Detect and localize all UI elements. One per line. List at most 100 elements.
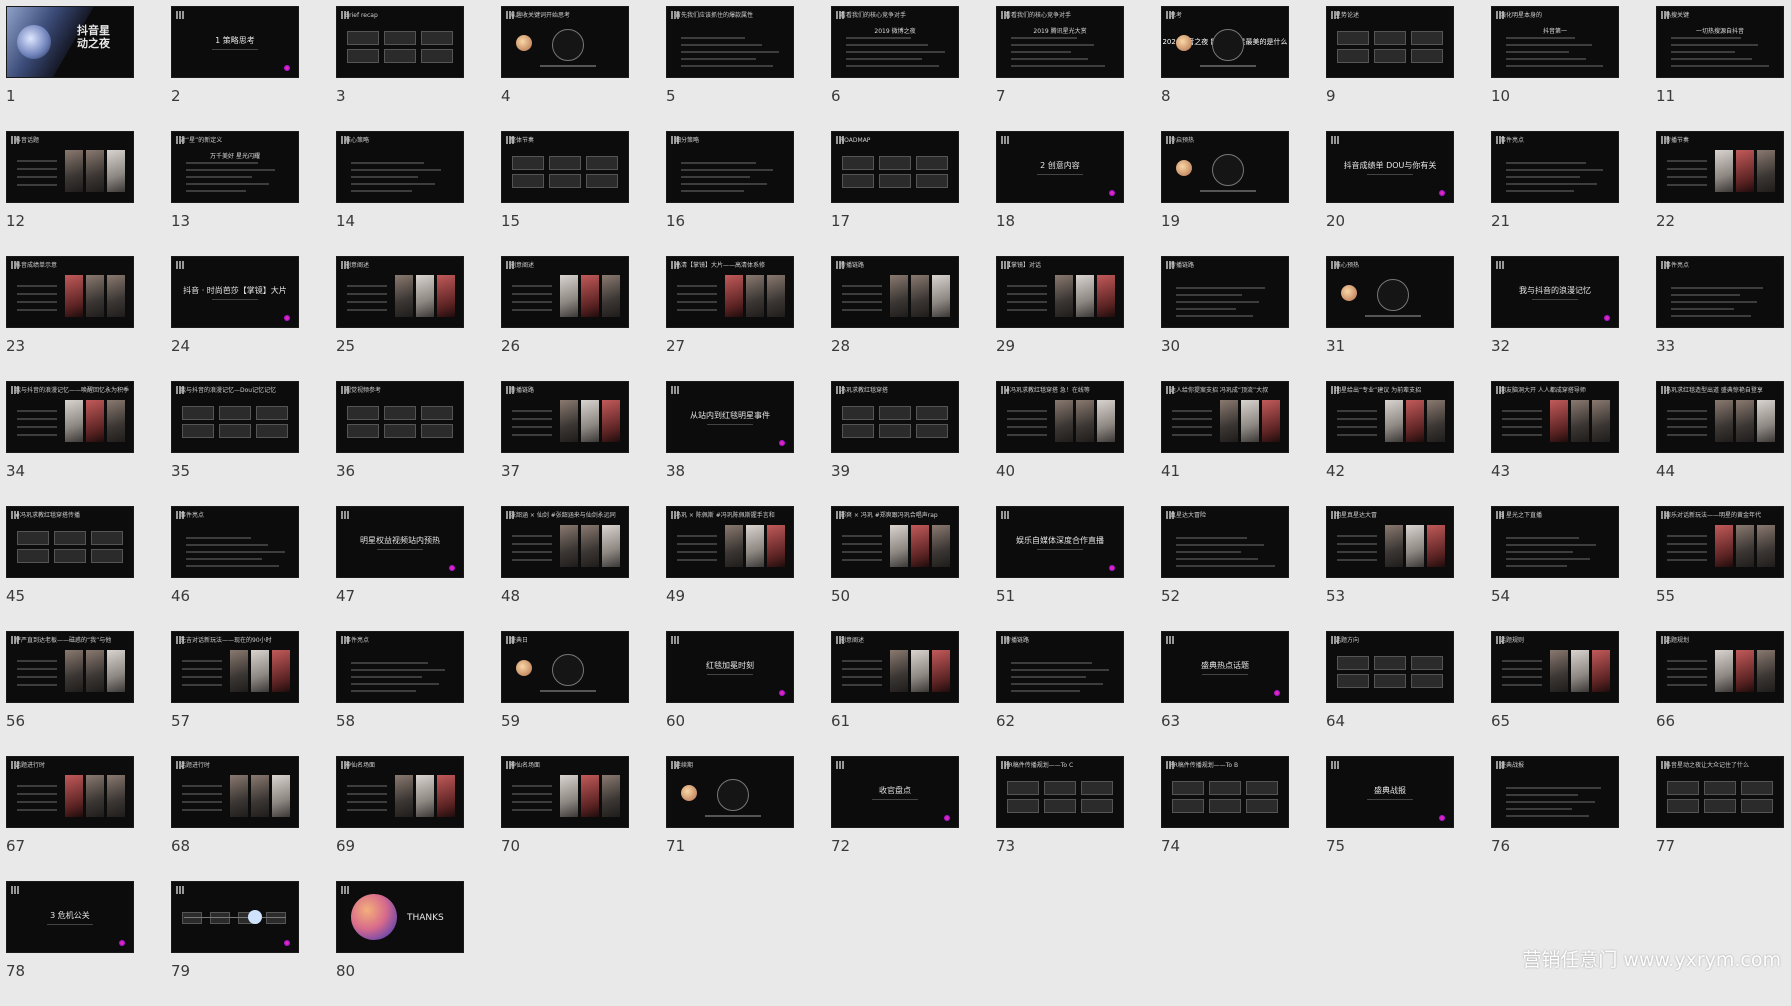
slide-thumbnail[interactable]: 网友脑洞大开 人人都成穿搭导师 [1491,381,1619,453]
slide-thumbnail[interactable]: 冷启预热 [1161,131,1289,203]
slide-thumbnail[interactable]: 核心策略 [336,131,464,203]
photo-image [1757,650,1775,692]
content-box [384,424,416,438]
slide-thumbnail[interactable]: 强化明星本身的 抖音第一 [1491,6,1619,78]
slide-thumbnail[interactable]: #冯巩求教红毯穿搭 急！在线等 [996,381,1124,453]
planet-icon [516,35,532,51]
slide-thumbnail[interactable]: 传播链路 [831,256,959,328]
slide-thumbnail[interactable]: 1 策略思考 [171,6,299,78]
slide-thumbnail[interactable]: 真星达大冒险 [1161,506,1289,578]
slide-thumbnail[interactable]: 话题方向 [1326,631,1454,703]
text-line [1506,65,1603,67]
slide-thumbnail[interactable]: 话题进行时 [171,756,299,828]
slide-thumbnail[interactable]: 视觉视频参考 [336,381,464,453]
slide-thumbnail[interactable]: 对“星”的新定义 万千美好 星光闪耀 [171,131,299,203]
slide-thumbnail[interactable]: 冯巩求教红毯穿搭 [831,381,959,453]
slide-thumbnail[interactable]: 从趣收关键词开始思考首届 [501,6,629,78]
slide-thumbnail[interactable]: 话题规划 [1656,631,1784,703]
text-line [1337,410,1377,412]
slide-thumbnail[interactable]: 从站内到红毯明星事件 [666,381,794,453]
slide-thumbnail[interactable]: 话题进行时 [6,756,134,828]
text-line [17,410,57,412]
text-line [1671,315,1751,317]
slide-thumbnail[interactable]: 延续期 [666,756,794,828]
text-line [1011,44,1094,46]
slide-thumbnail[interactable]: 传播链路 [1161,256,1289,328]
slide-thumbnail[interactable]: 先吉对话新玩法——现在的90小时 [171,631,299,703]
slide-logo-icon [176,11,184,19]
slide-thumbnail[interactable]: 核心预热 [1326,256,1454,328]
slide-thumbnail[interactable]: 高清【掌镜】大片——高清体系修 [666,256,794,328]
photo-image [932,525,950,567]
slide-thumbnail[interactable]: 我与抖音的浪漫记忆—Dou记忆记忆 [171,381,299,453]
slide-thumbnail[interactable]: 看看我们的核心竞争对手 2019 微博之夜 [831,6,959,78]
slide-thumbnail[interactable]: 事件亮点 [336,631,464,703]
text-line [1007,426,1047,428]
photo-image [1715,400,1733,442]
slide-thumbnail[interactable]: 郑爽 × 冯巩 #郑爽跟冯巩合唱声rap [831,506,959,578]
slide-thumbnail[interactable]: 创意阐述 [831,631,959,703]
slide-thumbnail[interactable]: 明星真星达大冒 [1326,506,1454,578]
slide-thumbnail[interactable]: 思考2020抖音之夜 能真给明星最美的是什么 [1161,6,1289,78]
slide-thumbnail[interactable]: 抖音成绩单示意 [6,256,134,328]
slide-title: 娱乐对话新玩法——明星的黄金年代 [1665,512,1762,519]
slide-thumbnail[interactable]: 红毯加冕时刻 [666,631,794,703]
slide-thumbnail[interactable]: 我与抖音的浪漫记忆——唤醒回忆永为积季 [6,381,134,453]
slide-thumbnail[interactable]: 看看我们的核心竞争对手 2019 腾讯星光大赏 [996,6,1124,78]
slide-thumbnail[interactable]: Brief recap [336,6,464,78]
slide-thumbnail[interactable]: 冯巩 × 陈佩斯 #冯巩陈佩斯握手言和 [666,506,794,578]
text-line [1502,426,1542,428]
slide-thumbnail[interactable]: 传播链路 [996,631,1124,703]
slide-thumbnail[interactable]: 话题规则 [1491,631,1619,703]
slide-thumbnail[interactable]: 首先我们应该抓住的爆款属性 [666,6,794,78]
slide-thumbnail[interactable]: 创意阐述 [501,256,629,328]
slide-thumbnail[interactable]: PR稿件传播规划——To B [1161,756,1289,828]
slide-thumbnail[interactable]: 娱乐对话新玩法——明星的黄金年代 [1656,506,1784,578]
slide-thumbnail[interactable]: 事件亮点 [1491,131,1619,203]
slide-thumbnail[interactable]: 传播节奏 [1656,131,1784,203]
slide-thumbnail[interactable]: 张韶涵 × 仙剑 #张韶涵来与仙剑永远同 [501,506,629,578]
slide-thumbnail[interactable]: #冯巩求教红毯穿搭传播 [6,506,134,578]
slide-thumbnail[interactable]: 盛典日 [501,631,629,703]
slide-thumbnail[interactable]: 热搜关键 一切热搜源自抖音 [1656,6,1784,78]
slide-thumbnail[interactable]: 冯巩求红毯造型出道 盛典惊艳自登享 [1656,381,1784,453]
slide-thumbnail[interactable]: 盛典战报 [1326,756,1454,828]
slide-thumbnail[interactable]: 盛典热点话题 [1161,631,1289,703]
slide-thumbnail[interactable]: THANKS [336,881,464,953]
slide-thumbnail[interactable]: 3 危机公关 [6,881,134,953]
slide-thumbnail[interactable]: 达人给你提案支招 冯巩成“顶流”大叔 [1161,381,1289,453]
slide-number: 74 [1161,837,1181,855]
slide-thumbnail[interactable]: 事件亮点 [1656,256,1784,328]
slide-thumbnail[interactable]: 创意阐述 [336,256,464,328]
photo-image [1385,525,1403,567]
slide-title: 星势论述 [1335,12,1360,19]
photo-image [1076,275,1094,317]
slide-thumbnail[interactable]: 盛典战报 [1491,756,1619,828]
slide-thumbnail[interactable]: 抖音 · 时尚芭莎【掌镜】大片 [171,256,299,328]
slide-thumbnail[interactable]: 【掌镜】对话 [996,256,1124,328]
slide-thumbnail[interactable]: PR稿件传播规划——To C [996,756,1124,828]
slide-thumbnail[interactable]: 星势论述 [1326,6,1454,78]
slide-thumbnail[interactable]: 细分策略 [666,131,794,203]
slide-thumbnail[interactable]: 2 创意内容 [996,131,1124,203]
slide-thumbnail[interactable]: 抖音成绩单 DOU与你有关 [1326,131,1454,203]
slide-thumbnail[interactable]: 抖音话题 [6,131,134,203]
slide-thumbnail[interactable]: 明星权益视频站内预热 [336,506,464,578]
slide-thumbnail[interactable] [171,881,299,953]
text-line [842,293,882,295]
slide-thumbnail[interactable]: 收官盘点 [831,756,959,828]
slide-thumbnail[interactable]: 神仙名场面 [501,756,629,828]
slide-thumbnail[interactable]: 娱乐自媒体深度合作直播 [996,506,1124,578]
slide-thumbnail[interactable]: 明星给出“专业”建议 为前辈支招 [1326,381,1454,453]
slide-thumbnail[interactable]: 传播链路 [501,381,629,453]
slide-thumbnail[interactable]: 整体节奏 [501,131,629,203]
slide-thumbnail[interactable]: ROADMAP [831,131,959,203]
slide-thumbnail[interactable]: B 星光之下直播 [1491,506,1619,578]
slide-thumbnail[interactable]: 抖音星动之夜让大众记住了什么 [1656,756,1784,828]
slide-thumbnail[interactable]: 萨严直到达老板——磁惑的“我”与他 [6,631,134,703]
photo-image [725,275,743,317]
slide-thumbnail[interactable]: 神仙名场面 [336,756,464,828]
slide-thumbnail[interactable]: 我与抖音的浪漫记忆 [1491,256,1619,328]
slide-thumbnail[interactable]: 抖音星动之夜 [6,6,134,78]
slide-thumbnail[interactable]: 事件亮点 [171,506,299,578]
